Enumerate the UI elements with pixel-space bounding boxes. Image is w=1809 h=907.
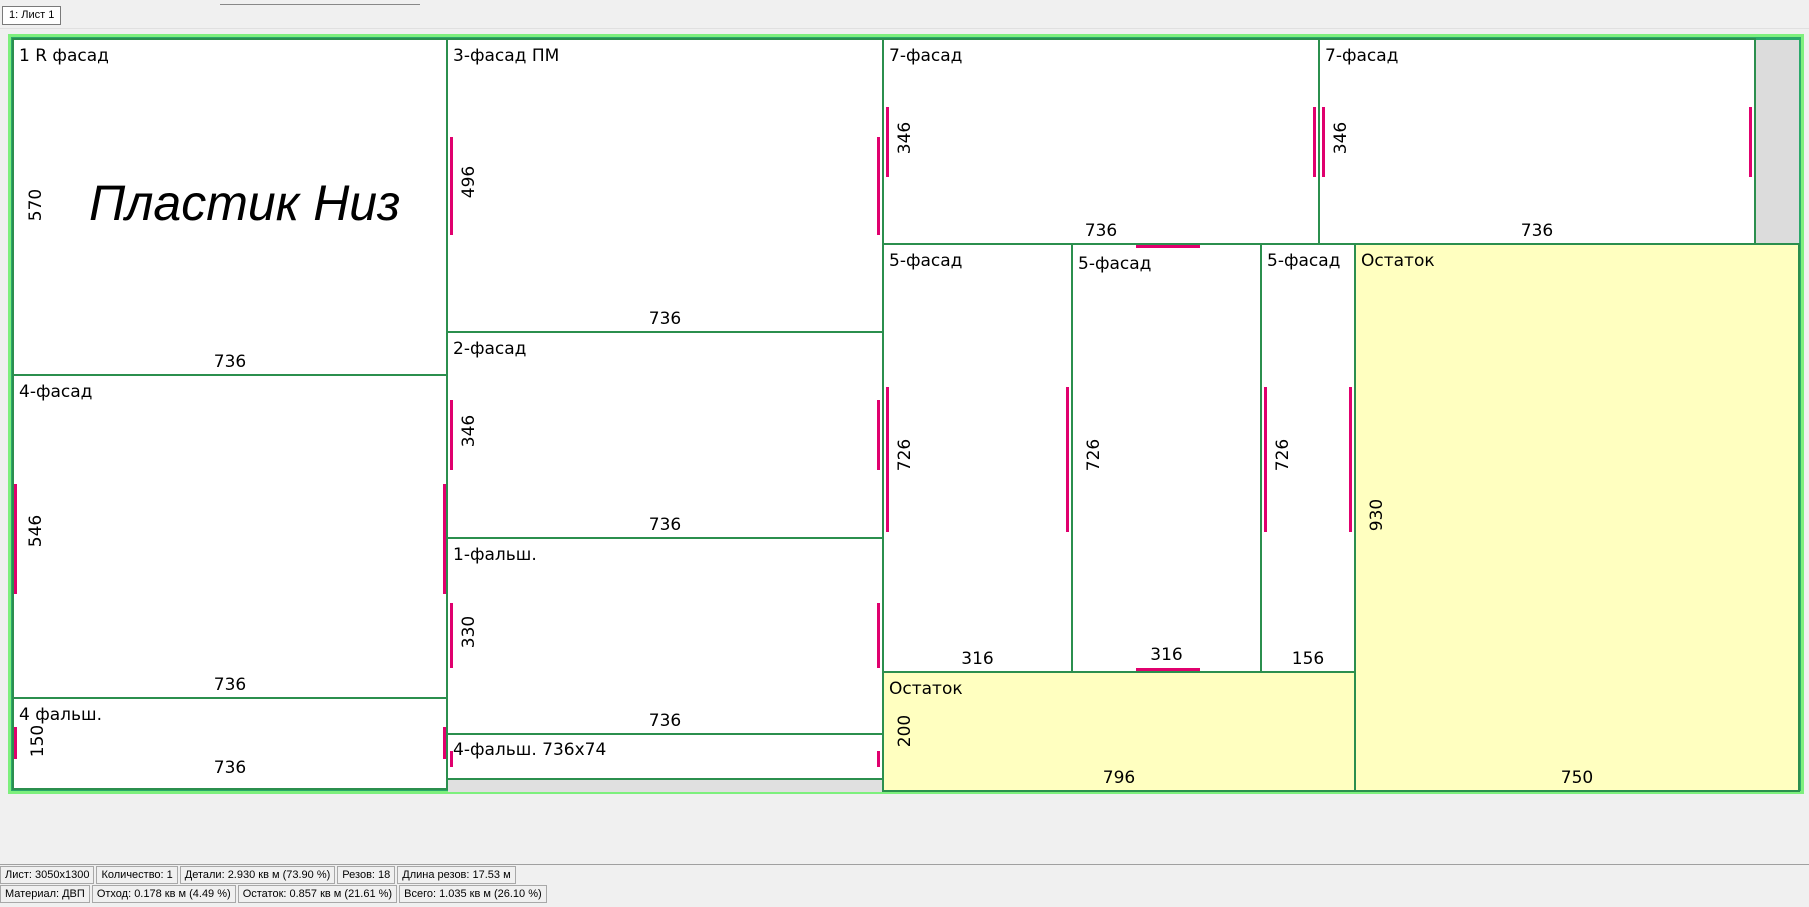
- status-sheet-size: Лист: 3050x1300: [0, 866, 95, 884]
- part-height: 726: [895, 438, 916, 472]
- edge-band-left: [450, 603, 453, 668]
- part-height: 330: [459, 615, 480, 649]
- edge-band-left: [1322, 107, 1325, 177]
- edge-band-left: [886, 387, 889, 532]
- part-width: 736: [1084, 221, 1118, 241]
- part-name: 5-фасад: [1078, 254, 1152, 274]
- part-height: 200: [895, 714, 916, 748]
- part-height: 346: [895, 121, 916, 155]
- part-name: 5-фасад: [889, 251, 963, 271]
- edge-band-left: [886, 107, 889, 177]
- edge-band-left: [1264, 387, 1267, 532]
- remainder-large[interactable]: Остаток 930 750: [1354, 243, 1800, 792]
- tab-sheet-1[interactable]: 1: Лист 1: [2, 6, 62, 25]
- edge-band-right: [877, 137, 880, 235]
- remainder-bottom[interactable]: Остаток 200 796: [882, 671, 1356, 792]
- status-material: Материал: ДВП: [0, 885, 90, 903]
- part-4-falsh-736x74[interactable]: 4-фальш. 736x74: [446, 733, 884, 780]
- part-1-r-fasad[interactable]: 1 R фасад Пластик Низ 570 736: [12, 38, 448, 376]
- edge-band-top: [1136, 245, 1200, 248]
- part-name: 4-фасад: [19, 382, 93, 402]
- material-label: Пластик Низ: [89, 175, 401, 231]
- part-height: 546: [26, 514, 47, 548]
- part-name: 2-фасад: [453, 339, 527, 359]
- part-name: Остаток: [1361, 251, 1435, 271]
- part-width: 736: [213, 675, 247, 695]
- part-height: 150: [28, 724, 49, 758]
- status-remainder: Остаток: 0.857 кв м (21.61 %): [237, 885, 398, 903]
- edge-band-left: [450, 751, 453, 767]
- part-width: 736: [648, 711, 682, 731]
- part-width: 736: [213, 758, 247, 778]
- status-bar: Лист: 3050x1300 Количество: 1 Детали: 2.…: [0, 864, 1809, 907]
- edge-band-left: [450, 137, 453, 235]
- part-height: 570: [26, 188, 47, 222]
- part-4-falsh[interactable]: 4 фальш. 150 736: [12, 697, 448, 790]
- status-cut-length: Длина резов: 17.53 м: [397, 866, 516, 884]
- edge-band-right: [1349, 387, 1352, 532]
- edge-band-right: [877, 603, 880, 668]
- part-width: 316: [961, 649, 994, 669]
- edge-band-right: [1313, 107, 1316, 177]
- status-cuts: Резов: 18: [337, 866, 396, 884]
- part-name: 1 R фасад: [19, 46, 109, 66]
- part-name: 4 фальш.: [19, 705, 103, 725]
- edge-band-right: [877, 400, 880, 470]
- status-row-2: Материал: ДВП Отход: 0.178 кв м (4.49 %)…: [0, 885, 549, 903]
- part-name: 5-фасад: [1267, 251, 1341, 271]
- status-total: Всего: 1.035 кв м (26.10 %): [399, 885, 547, 903]
- part-width: 316: [1150, 645, 1183, 665]
- part-width: 736: [648, 515, 682, 535]
- part-width: 796: [1102, 768, 1136, 788]
- part-name: Остаток: [889, 679, 963, 699]
- part-height: 346: [459, 414, 480, 448]
- part-width: 736: [1520, 221, 1554, 241]
- edge-band-right: [877, 751, 880, 767]
- part-width: 156: [1291, 649, 1325, 669]
- part-width: 750: [1560, 768, 1594, 788]
- edge-band-left: [450, 400, 453, 470]
- status-details-area: Детали: 2.930 кв м (73.90 %): [179, 866, 336, 884]
- part-5-fasad-a[interactable]: 5-фасад 726 316: [882, 243, 1073, 673]
- edge-band-left: [14, 727, 17, 759]
- top-toolbar-strip: 1: Лист 1: [0, 0, 1809, 29]
- edge-band-left: [14, 484, 17, 594]
- part-name: 1-фальш.: [453, 545, 537, 565]
- part-name: 7-фасад: [889, 46, 963, 66]
- part-5-fasad-b[interactable]: 5-фасад 726 316: [1071, 243, 1262, 673]
- board-offcut-gray: [1755, 40, 1799, 244]
- part-name: 7-фасад: [1325, 46, 1399, 66]
- edge-band-right: [1749, 107, 1752, 177]
- toolbar-remnant: [220, 0, 420, 5]
- status-row-1: Лист: 3050x1300 Количество: 1 Детали: 2.…: [0, 866, 518, 884]
- part-height: 346: [1331, 121, 1352, 155]
- part-height: 726: [1084, 438, 1105, 472]
- part-width: 736: [213, 352, 247, 372]
- status-waste: Отход: 0.178 кв м (4.49 %): [91, 885, 236, 903]
- part-1-falsh[interactable]: 1-фальш. 330 736: [446, 537, 884, 735]
- part-width: 736: [648, 309, 682, 329]
- offcut-strip: [448, 780, 882, 792]
- edge-band-right: [1066, 387, 1069, 532]
- part-height: 496: [459, 165, 480, 199]
- part-2-fasad[interactable]: 2-фасад 346 736: [446, 331, 884, 539]
- part-7-fasad-a[interactable]: 7-фасад 346 736: [882, 38, 1320, 245]
- part-height: 930: [1367, 498, 1388, 532]
- status-count: Количество: 1: [96, 866, 178, 884]
- part-7-fasad-b[interactable]: 7-фасад 346 736: [1318, 38, 1756, 245]
- part-5-fasad-c[interactable]: 5-фасад 726 156: [1260, 243, 1356, 673]
- part-height: 726: [1273, 438, 1294, 472]
- part-3-fasad-pm[interactable]: 3-фасад ПМ 496 736: [446, 38, 884, 333]
- part-name: 4-фальш. 736x74: [453, 740, 607, 760]
- part-4-fasad[interactable]: 4-фасад 546 736: [12, 374, 448, 699]
- part-name: 3-фасад ПМ: [453, 46, 560, 66]
